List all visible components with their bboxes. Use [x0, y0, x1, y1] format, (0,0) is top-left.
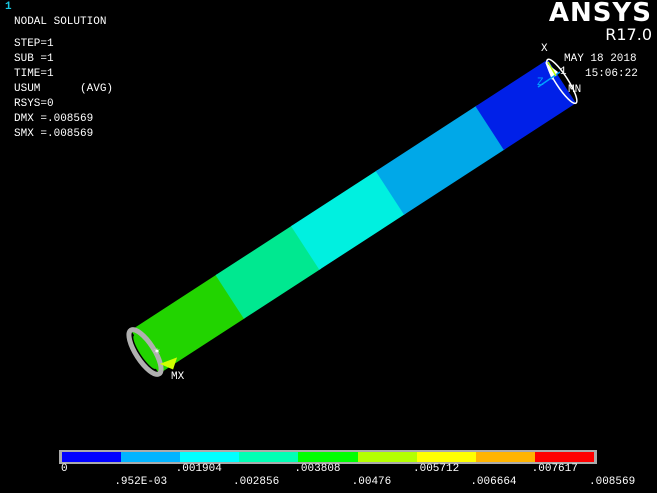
- legend-swatch-3: [180, 452, 240, 462]
- legend-swatch-5: [298, 452, 358, 462]
- legend-swatch-9: [534, 452, 594, 462]
- min-marker: MN: [568, 84, 582, 96]
- legend-label: 0: [61, 463, 68, 475]
- legend-label: .952E-03: [114, 476, 168, 488]
- legend-swatch-7: [416, 452, 476, 462]
- legend-label: .00476: [351, 476, 392, 488]
- contour-legend: [59, 450, 597, 464]
- axis-z-label: Z: [537, 77, 544, 89]
- legend-swatch-2: [121, 452, 181, 462]
- node-marker-icon: ✶: [154, 347, 160, 358]
- legend-swatch-6: [357, 452, 417, 462]
- legend-label: .008569: [589, 476, 636, 488]
- legend-label: .005712: [413, 463, 460, 475]
- ansys-graphics-window: 1 NODAL SOLUTION STEP=1 SUB =1 TIME=1 US…: [0, 0, 658, 493]
- legend-swatch-8: [475, 452, 535, 462]
- legend-label: .001904: [175, 463, 222, 475]
- legend-swatch-4: [239, 452, 299, 462]
- legend-swatch-1: [62, 452, 122, 462]
- legend-color-bar: [62, 452, 594, 462]
- axis-x-label: X: [541, 43, 548, 55]
- max-marker: MX: [171, 371, 185, 383]
- legend-label: .003808: [294, 463, 341, 475]
- tube-model: [126, 58, 578, 377]
- legend-label: .007617: [531, 463, 578, 475]
- legend-label: .002856: [233, 476, 280, 488]
- legend-label: .006664: [470, 476, 517, 488]
- node-label: 1: [560, 66, 567, 78]
